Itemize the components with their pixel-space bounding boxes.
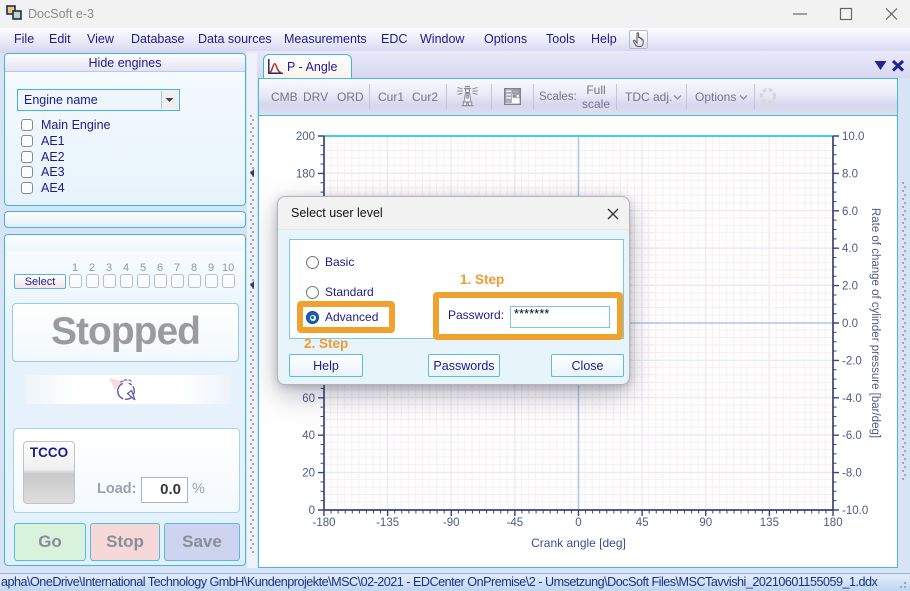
svg-text:0.0: 0.0 — [842, 318, 858, 330]
svg-text:0: 0 — [575, 517, 581, 529]
svg-text:-6.0: -6.0 — [842, 430, 862, 442]
svg-text:10.0: 10.0 — [842, 131, 864, 143]
svg-text:-90: -90 — [443, 517, 460, 529]
svg-text:90: 90 — [699, 517, 712, 529]
svg-text:-4.0: -4.0 — [842, 393, 862, 405]
svg-text:180: 180 — [296, 168, 315, 180]
svg-text:-10.0: -10.0 — [842, 505, 868, 517]
svg-text:-180: -180 — [312, 517, 335, 529]
svg-text:6.0: 6.0 — [842, 206, 858, 218]
svg-text:135: 135 — [760, 517, 779, 529]
svg-text:-135: -135 — [376, 517, 399, 529]
svg-text:40: 40 — [302, 430, 315, 442]
svg-text:-2.0: -2.0 — [842, 355, 862, 367]
svg-text:60: 60 — [302, 393, 315, 405]
svg-text:-8.0: -8.0 — [842, 468, 862, 480]
svg-text:Crank angle [deg]: Crank angle [deg] — [531, 536, 626, 550]
svg-text:0: 0 — [309, 505, 315, 517]
svg-text:Rate of change of cylinder pre: Rate of change of cylinder pressure [bar… — [869, 208, 881, 438]
svg-text:2.0: 2.0 — [842, 281, 858, 293]
svg-text:45: 45 — [636, 517, 649, 529]
svg-text:8.0: 8.0 — [842, 168, 858, 180]
svg-text:180: 180 — [823, 517, 842, 529]
svg-text:20: 20 — [302, 468, 315, 480]
svg-text:200: 200 — [296, 131, 315, 143]
svg-text:-45: -45 — [507, 517, 524, 529]
svg-text:4.0: 4.0 — [842, 243, 858, 255]
